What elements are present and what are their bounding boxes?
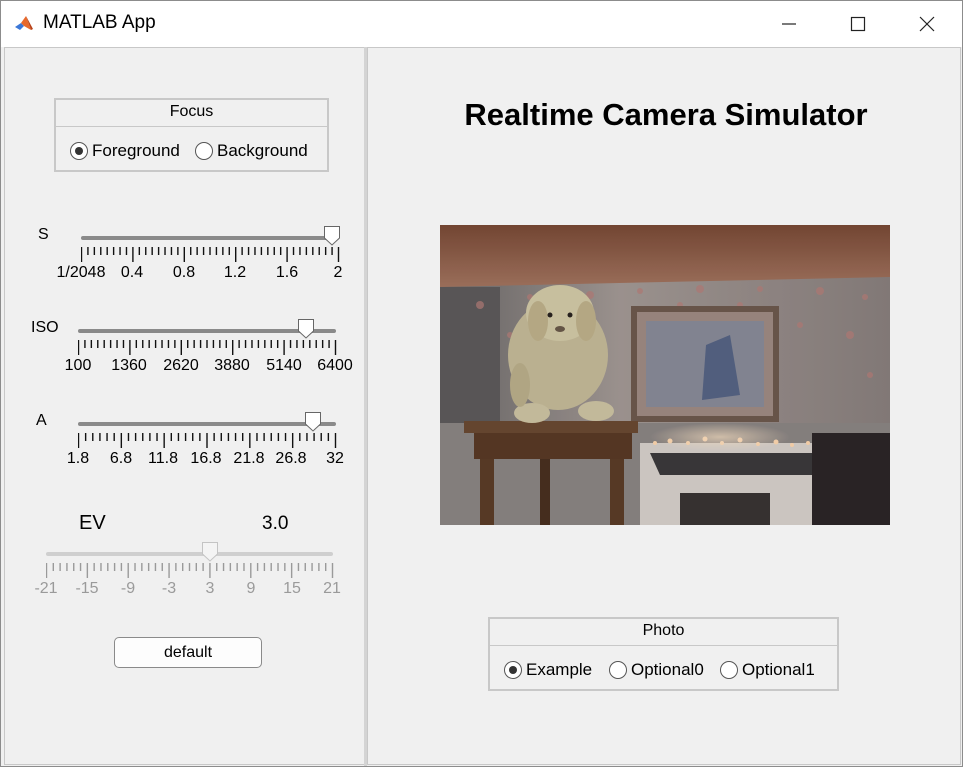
photo-group: Photo Example Optional0 Optional1: [488, 617, 839, 691]
tick-label: 0.4: [120, 264, 144, 281]
s-slider-thumb[interactable]: [324, 226, 340, 246]
close-icon: [919, 16, 935, 32]
radio-selected-icon: [504, 661, 522, 679]
ev-value: 3.0: [262, 513, 289, 534]
page-title: Realtime Camera Simulator: [464, 97, 868, 132]
window-title: MATLAB App: [43, 12, 156, 33]
iso-slider-label: ISO: [31, 319, 59, 336]
radio-label: Foreground: [92, 141, 180, 160]
radio-unselected-icon: [720, 661, 738, 679]
photo-group-divider: [490, 645, 837, 646]
photo-optional0-radio[interactable]: Optional0: [609, 660, 704, 680]
focus-foreground-radio[interactable]: Foreground: [70, 141, 180, 161]
a-slider-track: [78, 422, 336, 426]
tick-label: 16.8: [190, 450, 222, 467]
display-panel: Realtime Camera Simulator Photo Example …: [367, 47, 961, 765]
tick-label: 2: [333, 264, 343, 281]
tick-label: -9: [120, 580, 136, 597]
radio-unselected-icon: [195, 142, 213, 160]
photo-group-title: Photo: [642, 622, 685, 639]
iso-slider-thumb[interactable]: [298, 319, 314, 339]
focus-group: Focus Foreground Background: [54, 98, 329, 172]
close-button[interactable]: [891, 1, 962, 47]
s-slider-track: [81, 236, 339, 240]
tick-label: 5140: [266, 357, 302, 374]
radio-label: Example: [526, 660, 593, 679]
tick-label: 1360: [111, 357, 147, 374]
tick-label: 1.2: [223, 264, 247, 281]
focus-background-radio[interactable]: Background: [195, 141, 308, 161]
focus-group-divider: [56, 126, 327, 127]
radio-label: Background: [217, 141, 308, 160]
radio-unselected-icon: [609, 661, 627, 679]
a-slider-thumb[interactable]: [305, 412, 321, 432]
a-slider[interactable]: 1.8 6.8 11.8 16.8 21.8 26.8 32: [67, 412, 344, 470]
title-bar: MATLAB App: [1, 1, 962, 47]
radio-label: Optional1: [742, 660, 815, 679]
tick-label: 9: [246, 580, 256, 597]
controls-panel: Focus Foreground Background S 1/2048 0.4…: [4, 47, 365, 765]
tick-label: 21.8: [233, 450, 265, 467]
a-slider-label: A: [36, 412, 47, 429]
tick-label: 1/2048: [56, 264, 106, 281]
tick-label: 0.8: [172, 264, 196, 281]
minimize-icon: [782, 23, 796, 25]
photo-example-radio[interactable]: Example: [504, 660, 592, 680]
ev-slider-thumb[interactable]: [202, 542, 218, 562]
tick-label: 6.8: [109, 450, 133, 467]
maximize-button[interactable]: [822, 1, 894, 47]
tick-label: 1.8: [66, 450, 90, 467]
tick-label: 11.8: [148, 450, 178, 467]
tick-label: 100: [64, 357, 92, 374]
s-slider-label: S: [38, 226, 49, 243]
tick-label: 32: [326, 450, 344, 467]
tick-label: 21: [323, 580, 341, 597]
tick-label: -21: [34, 580, 58, 597]
minimize-button[interactable]: [753, 1, 825, 47]
s-slider[interactable]: 1/2048 0.4 0.8 1.2 1.6 2: [57, 226, 343, 284]
photo-optional1-radio[interactable]: Optional1: [720, 660, 815, 680]
tick-label: 15: [283, 580, 301, 597]
ev-slider[interactable]: -21 -15 -9 -3 3 9 15 21: [34, 542, 341, 601]
camera-preview-image: [440, 225, 890, 525]
tick-label: 26.8: [275, 450, 307, 467]
tick-label: -3: [161, 580, 177, 597]
tick-label: 3880: [214, 357, 250, 374]
iso-slider[interactable]: 100 1360 2620 3880 5140 6400: [65, 319, 353, 377]
matlab-icon: [14, 14, 34, 34]
default-button[interactable]: default: [114, 637, 262, 668]
ev-slider-track: [46, 552, 333, 556]
tick-label: 6400: [317, 357, 353, 374]
ev-label: EV: [79, 512, 106, 534]
tick-label: -15: [75, 580, 99, 597]
focus-group-title: Focus: [169, 103, 214, 120]
tick-label: 2620: [163, 357, 199, 374]
tick-label: 3: [205, 580, 215, 597]
app-window: MATLAB App Focus Foreground Background S: [0, 0, 963, 767]
tick-label: 1.6: [275, 264, 299, 281]
radio-label: Optional0: [631, 660, 704, 679]
maximize-icon: [850, 16, 866, 32]
radio-selected-icon: [70, 142, 88, 160]
